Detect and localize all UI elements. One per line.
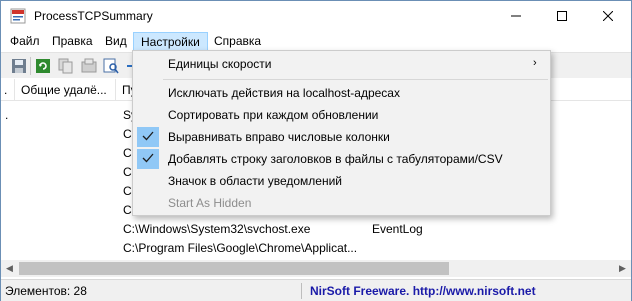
item-count: Элементов: 28: [5, 284, 87, 298]
close-icon: [603, 11, 613, 21]
toolbar-separator: [30, 57, 31, 75]
window-title: ProcessTCPSummary: [34, 9, 153, 23]
copy-icon[interactable]: [58, 58, 74, 74]
column-header-remote[interactable]: Общие удалё...: [15, 79, 116, 101]
row-cell-path: C:\Program Files\Google\Chrome\Applicat.…: [123, 241, 358, 255]
maximize-icon: [557, 11, 567, 21]
column-header-0[interactable]: .: [1, 79, 15, 101]
app-icon: [10, 8, 26, 24]
minimize-button[interactable]: [493, 1, 539, 31]
scroll-right-icon[interactable]: ▶: [614, 260, 631, 277]
menu-settings[interactable]: Настройки: [133, 32, 208, 51]
menu-help[interactable]: Справка: [207, 32, 268, 51]
horizontal-scrollbar[interactable]: ◀ ▶: [1, 260, 631, 277]
row-cell-path: C:\Windows\System32\svchost.exe: [123, 222, 311, 236]
title-bar: ProcessTCPSummary: [1, 1, 631, 31]
refresh-icon[interactable]: [35, 58, 51, 74]
checkmark-icon: [142, 131, 154, 141]
row-cell: .: [5, 108, 9, 122]
status-bar: Элементов: 28 NirSoft Freeware. http://w…: [1, 279, 631, 301]
submenu-arrow-icon: ›: [533, 57, 537, 69]
settings-dropdown: Единицы скорости › Исключать действия на…: [132, 50, 551, 216]
menu-separator: [163, 79, 548, 80]
status-divider: [301, 283, 302, 299]
scroll-left-icon[interactable]: ◀: [1, 260, 18, 277]
maximize-button[interactable]: [539, 1, 585, 31]
properties-icon[interactable]: [81, 58, 97, 74]
minimize-icon: [511, 15, 521, 17]
menu-item-sort-on-refresh[interactable]: Сортировать при каждом обновлении: [135, 104, 548, 126]
menu-item-right-align[interactable]: Выравнивать вправо числовые колонки: [135, 126, 548, 148]
menu-item-label: Сортировать при каждом обновлении: [168, 108, 379, 122]
table-row[interactable]: C:\Program Files\Google\Chrome\Applicat.…: [1, 239, 631, 258]
menu-item-tray-icon[interactable]: Значок в области уведомлений: [135, 170, 548, 192]
menu-item-label: Значок в области уведомлений: [168, 174, 343, 188]
menu-item-label: Выравнивать вправо числовые колонки: [168, 130, 390, 144]
menu-item-exclude-localhost[interactable]: Исключать действия на localhost-адресах: [135, 82, 548, 104]
table-row[interactable]: C:\Windows\System32\svchost.exe EventLog: [1, 220, 631, 239]
menu-view[interactable]: Вид: [98, 32, 134, 51]
menu-bar: Файл Правка Вид Настройки Справка: [1, 31, 631, 51]
menu-file[interactable]: Файл: [3, 32, 47, 51]
menu-item-label: Start As Hidden: [168, 196, 252, 210]
find-icon[interactable]: [103, 58, 119, 74]
save-icon[interactable]: [11, 58, 27, 74]
nirsoft-link[interactable]: NirSoft Freeware. http://www.nirsoft.net: [310, 284, 536, 298]
menu-item-label: Исключать действия на localhost-адресах: [168, 86, 400, 100]
checkmark-icon: [142, 153, 154, 163]
scroll-thumb[interactable]: [19, 262, 449, 275]
row-cell-service: EventLog: [372, 222, 423, 236]
menu-item-speed-units[interactable]: Единицы скорости ›: [135, 53, 548, 75]
menu-item-label: Добавлять строку заголовков в файлы с та…: [168, 152, 503, 166]
menu-item-label: Единицы скорости: [168, 57, 272, 71]
menu-item-header-line[interactable]: Добавлять строку заголовков в файлы с та…: [135, 148, 548, 170]
close-button[interactable]: [585, 1, 631, 31]
menu-item-start-hidden: Start As Hidden: [135, 192, 548, 214]
menu-edit[interactable]: Правка: [45, 32, 100, 51]
